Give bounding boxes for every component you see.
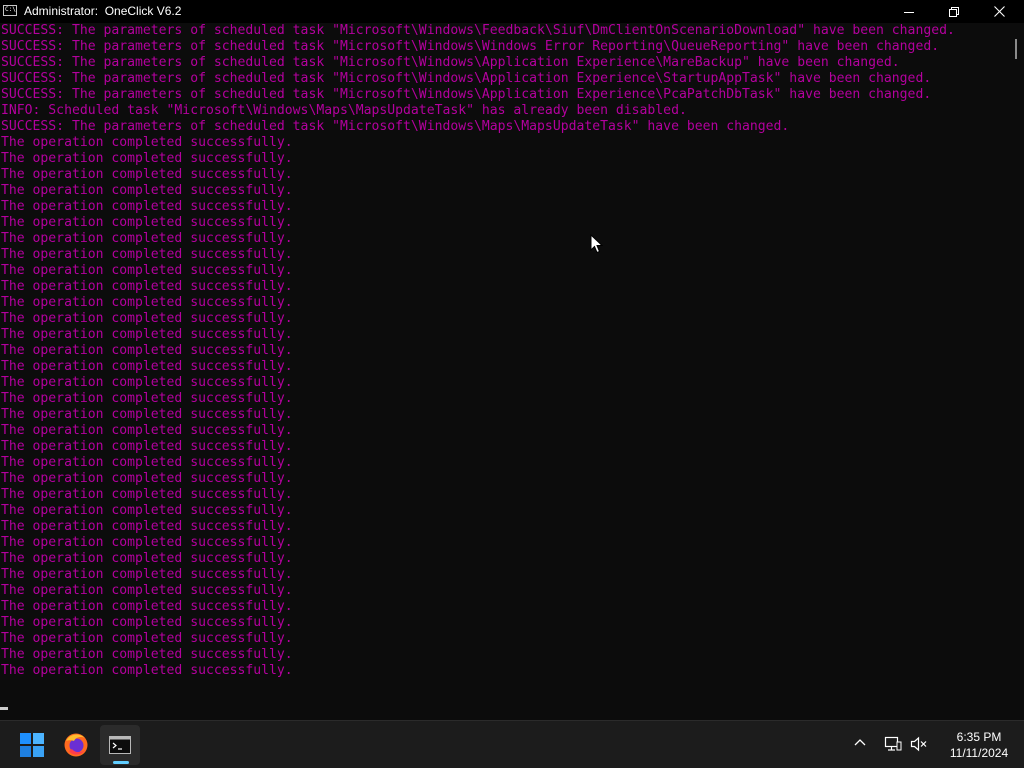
console-line: The operation completed successfully. — [1, 407, 293, 422]
console-line: SUCCESS: The parameters of scheduled tas… — [1, 39, 940, 54]
console-line: The operation completed successfully. — [1, 599, 293, 614]
console-line: The operation completed successfully. — [1, 567, 293, 582]
console-line: The operation completed successfully. — [1, 359, 293, 374]
console-line: The operation completed successfully. — [1, 311, 293, 326]
command-prompt-icon — [109, 736, 131, 754]
text-cursor — [0, 707, 8, 710]
volume-muted-icon[interactable] — [910, 736, 928, 752]
console-line: The operation completed successfully. — [1, 551, 293, 566]
console-line: The operation completed successfully. — [1, 535, 293, 550]
console-line: The operation completed successfully. — [1, 631, 293, 646]
clock-date: 11/11/2024 — [949, 746, 1009, 760]
start-button[interactable] — [12, 725, 52, 765]
console-line: The operation completed successfully. — [1, 151, 293, 166]
console-line: The operation completed successfully. — [1, 503, 293, 518]
console-line: The operation completed successfully. — [1, 295, 293, 310]
console-line: The operation completed successfully. — [1, 135, 293, 150]
console-line: The operation completed successfully. — [1, 199, 293, 214]
minimize-button[interactable] — [886, 0, 932, 23]
minimize-icon — [904, 11, 914, 13]
close-button[interactable] — [976, 0, 1022, 23]
console-line: SUCCESS: The parameters of scheduled tas… — [1, 71, 932, 86]
chevron-up-icon[interactable] — [853, 737, 867, 747]
console-line: The operation completed successfully. — [1, 391, 293, 406]
console-line: The operation completed successfully. — [1, 215, 293, 230]
scrollbar-thumb[interactable] — [1015, 39, 1017, 59]
restore-icon — [949, 6, 959, 17]
clock-time: 6:35 PM — [956, 730, 1002, 744]
windows-start-icon — [20, 733, 44, 757]
vertical-scrollbar[interactable] — [1013, 23, 1024, 720]
console-line: The operation completed successfully. — [1, 615, 293, 630]
taskbar-app-command-prompt[interactable] — [100, 725, 140, 765]
console-line: The operation completed successfully. — [1, 519, 293, 534]
console-line: SUCCESS: The parameters of scheduled tas… — [1, 23, 955, 38]
console-line: INFO: Scheduled task "Microsoft\Windows\… — [1, 103, 687, 118]
console-line: The operation completed successfully. — [1, 375, 293, 390]
console-line: The operation completed successfully. — [1, 183, 293, 198]
console-line: The operation completed successfully. — [1, 279, 293, 294]
network-icon[interactable] — [884, 736, 902, 752]
console-line: The operation completed successfully. — [1, 327, 293, 342]
console-line: The operation completed successfully. — [1, 439, 293, 454]
console-line: The operation completed successfully. — [1, 647, 293, 662]
console-line: The operation completed successfully. — [1, 247, 293, 262]
active-app-indicator — [113, 761, 129, 764]
console-line: The operation completed successfully. — [1, 343, 293, 358]
console-output-area[interactable]: SUCCESS: The parameters of scheduled tas… — [0, 23, 1013, 720]
console-line: The operation completed successfully. — [1, 455, 293, 470]
close-icon — [993, 6, 1005, 17]
console-line: The operation completed successfully. — [1, 663, 293, 678]
firefox-icon — [64, 733, 88, 757]
console-line: SUCCESS: The parameters of scheduled tas… — [1, 55, 900, 70]
console-line: The operation completed successfully. — [1, 583, 293, 598]
console-line: The operation completed successfully. — [1, 423, 293, 438]
taskbar: 6:35 PM 11/11/2024 — [0, 720, 1024, 768]
system-clock[interactable]: 6:35 PM 11/11/2024 — [936, 729, 1022, 761]
taskbar-app-firefox[interactable] — [56, 725, 96, 765]
console-line: The operation completed successfully. — [1, 167, 293, 182]
maximize-button[interactable] — [931, 0, 977, 23]
console-output: SUCCESS: The parameters of scheduled tas… — [1, 23, 955, 679]
mouse-pointer-icon — [590, 234, 604, 254]
command-prompt-icon: C:\ — [3, 5, 17, 16]
title-bar[interactable]: C:\ Administrator: OneClick V6.2 — [0, 0, 1024, 23]
console-line: SUCCESS: The parameters of scheduled tas… — [1, 119, 790, 134]
console-line: SUCCESS: The parameters of scheduled tas… — [1, 87, 932, 102]
console-line: The operation completed successfully. — [1, 487, 293, 502]
console-line: The operation completed successfully. — [1, 471, 293, 486]
console-line: The operation completed successfully. — [1, 231, 293, 246]
console-line: The operation completed successfully. — [1, 263, 293, 278]
window-title: Administrator: OneClick V6.2 — [24, 4, 182, 18]
